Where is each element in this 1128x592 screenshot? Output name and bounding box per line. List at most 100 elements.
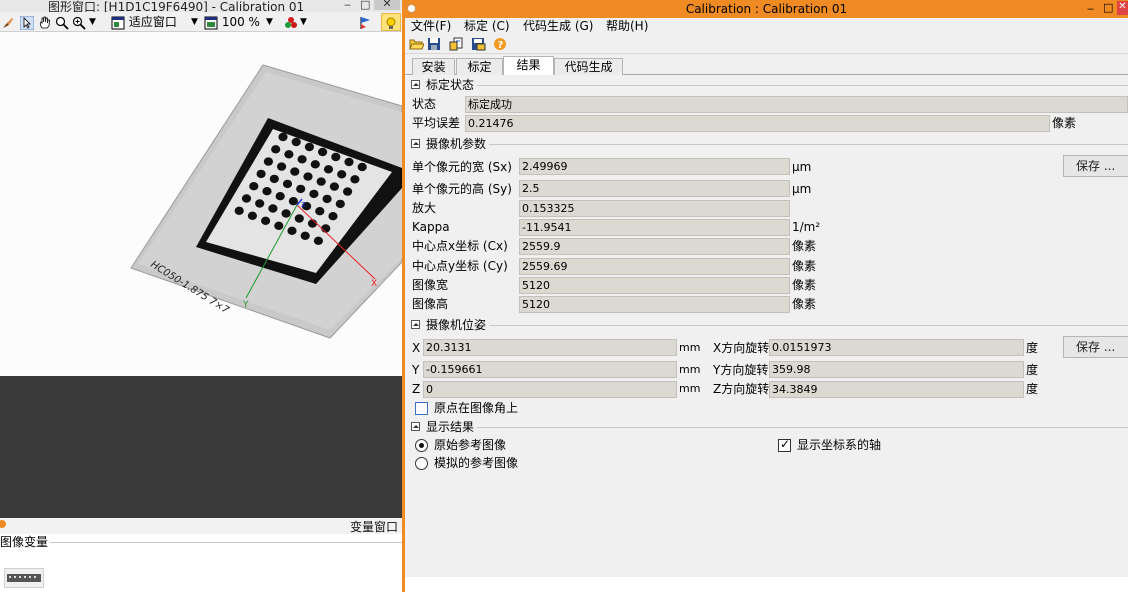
- tab-code-generation[interactable]: 代码生成: [554, 58, 623, 75]
- menu-code-generation[interactable]: 代码生成 (G): [523, 18, 593, 34]
- calibration-dot: [241, 194, 252, 203]
- calibration-dot: [343, 187, 353, 196]
- rotation-unit: 度: [1026, 341, 1039, 355]
- camera-param-field: 2.5: [519, 180, 790, 197]
- collapse-icon[interactable]: [411, 80, 420, 89]
- fit-window-chevron-icon[interactable]: ▼: [191, 14, 198, 30]
- pointer-icon[interactable]: [20, 14, 34, 30]
- status-field: 标定成功: [465, 96, 1128, 113]
- tab-calibration[interactable]: 标定: [456, 58, 503, 75]
- original-reference-radio[interactable]: [415, 439, 428, 452]
- save-camera-pose-button[interactable]: 保存 ...: [1063, 336, 1128, 358]
- calibration-dot: [304, 142, 314, 152]
- calibration-dot: [307, 219, 318, 228]
- save-parameters-icon[interactable]: [471, 37, 486, 51]
- camera-param-field: 5120: [519, 296, 790, 313]
- camera-param-field: 2.49969: [519, 158, 790, 175]
- dialog-maximize-icon[interactable]: □: [1103, 1, 1113, 14]
- lightbulb-icon[interactable]: [381, 13, 401, 31]
- zoom-dropdown-chevron-icon[interactable]: ▼: [89, 14, 96, 30]
- zoom-level-chevron-icon[interactable]: ▼: [266, 14, 273, 30]
- camera-param-label: 中心点x坐标 (Cx): [412, 239, 508, 253]
- dialog-title: Calibration : Calibration 01: [685, 2, 848, 16]
- save-disk-icon[interactable]: [427, 37, 442, 51]
- magnifier-icon[interactable]: [55, 14, 69, 30]
- axis-y-label: Y: [242, 300, 249, 310]
- graphics-toolbar: ▼ 适应窗口 ▼ 100 % ▼ ▼: [0, 12, 402, 32]
- dialog-bottom-strip: [405, 577, 1128, 592]
- menu-file[interactable]: 文件(F): [411, 18, 451, 34]
- calibration-dot: [275, 192, 285, 201]
- image-variable-thumbnail[interactable]: [4, 568, 44, 588]
- menu-help[interactable]: 帮助(H): [606, 18, 648, 34]
- group-divider: [426, 427, 1128, 428]
- image-canvas[interactable]: X Y Z HC050-1.875 7×7: [0, 32, 402, 376]
- calibration-dot: [287, 226, 297, 235]
- calibration-dot: [291, 137, 301, 147]
- calibration-dot: [274, 221, 284, 230]
- group-divider: [426, 325, 1128, 326]
- rotation-label: Y方向旋转: [713, 363, 769, 377]
- color-palette-icon[interactable]: [284, 14, 298, 30]
- calibration-dot: [282, 179, 293, 189]
- dialog-close-icon[interactable]: ✕: [1117, 1, 1128, 15]
- image-canvas-background: [0, 376, 402, 518]
- calibration-dot: [290, 167, 300, 176]
- pose-unit: mm: [679, 363, 701, 376]
- camera-param-label: 单个像元的宽 (Sx): [412, 160, 512, 174]
- rotation-label: Z方向旋转: [713, 382, 770, 396]
- calibration-dot: [316, 177, 326, 186]
- calibration-dot: [296, 184, 306, 194]
- tab-setup[interactable]: 安装: [412, 58, 455, 75]
- camera-param-field: -11.9541: [519, 219, 790, 236]
- color-chevron-icon[interactable]: ▼: [300, 14, 307, 30]
- calibration-dot: [300, 231, 310, 240]
- rotation-label: X方向旋转: [713, 341, 770, 355]
- pose-label: Z: [412, 382, 421, 396]
- minimize-icon[interactable]: ‒: [344, 0, 351, 11]
- calibration-dot: [277, 162, 287, 171]
- close-icon[interactable]: ✕: [374, 0, 400, 10]
- maximize-icon[interactable]: □: [360, 0, 370, 11]
- display-results-title: 显示结果: [426, 419, 478, 435]
- origin-at-corner-checkbox[interactable]: [415, 402, 428, 415]
- image-zoom-icon: [204, 16, 218, 29]
- camera-parameters-title: 摄像机参数: [426, 136, 490, 152]
- collapse-icon[interactable]: [411, 139, 420, 148]
- pose-field: 20.3131: [423, 339, 677, 356]
- calibration-dot: [269, 174, 279, 184]
- calibration-dot: [249, 182, 259, 191]
- menu-calibrate[interactable]: 标定 (C): [464, 18, 510, 34]
- collapse-icon[interactable]: [411, 320, 420, 329]
- brush-icon[interactable]: [1, 14, 15, 30]
- camera-parameters-group: 摄像机参数: [409, 136, 1128, 152]
- pan-hand-icon[interactable]: [38, 14, 52, 30]
- calibration-dot: [297, 155, 307, 164]
- collapse-icon[interactable]: [411, 422, 420, 431]
- calibration-dot: [309, 189, 319, 199]
- calibration-dot: [357, 162, 367, 172]
- zoom-icon[interactable]: [72, 14, 86, 30]
- flag-icon[interactable]: [358, 14, 372, 30]
- help-icon[interactable]: ?: [493, 37, 508, 51]
- camera-param-label: 单个像元的高 (Sy): [412, 182, 512, 196]
- svg-text:?: ?: [498, 40, 504, 51]
- load-parameters-icon[interactable]: [449, 37, 464, 51]
- rotation-unit: 度: [1026, 382, 1039, 396]
- show-axes-label: 显示坐标系的轴: [797, 438, 882, 452]
- fit-window-control[interactable]: 适应窗口: [111, 14, 177, 30]
- dialog-minimize-icon[interactable]: ‒: [1087, 2, 1094, 15]
- rotation-field: 359.98: [769, 361, 1024, 378]
- save-camera-params-button[interactable]: 保存 ...: [1063, 155, 1128, 177]
- tab-results[interactable]: 结果: [503, 56, 554, 76]
- show-axes-checkbox[interactable]: [778, 437, 791, 452]
- zoom-level-control[interactable]: 100 %: [204, 14, 260, 30]
- status-label: 状态: [412, 97, 437, 111]
- menu-bar: 文件(F) 标定 (C) 代码生成 (G) 帮助(H): [405, 18, 1128, 34]
- results-panel: 标定状态 状态 标定成功 平均误差 0.21476 像素 摄像机参数 保存 ..…: [409, 75, 1128, 577]
- fit-window-icon: [111, 16, 125, 29]
- calibration-dot: [303, 172, 313, 181]
- open-folder-icon[interactable]: [409, 37, 424, 51]
- simulated-reference-radio[interactable]: [415, 457, 428, 470]
- camera-param-unit: μm: [792, 182, 812, 196]
